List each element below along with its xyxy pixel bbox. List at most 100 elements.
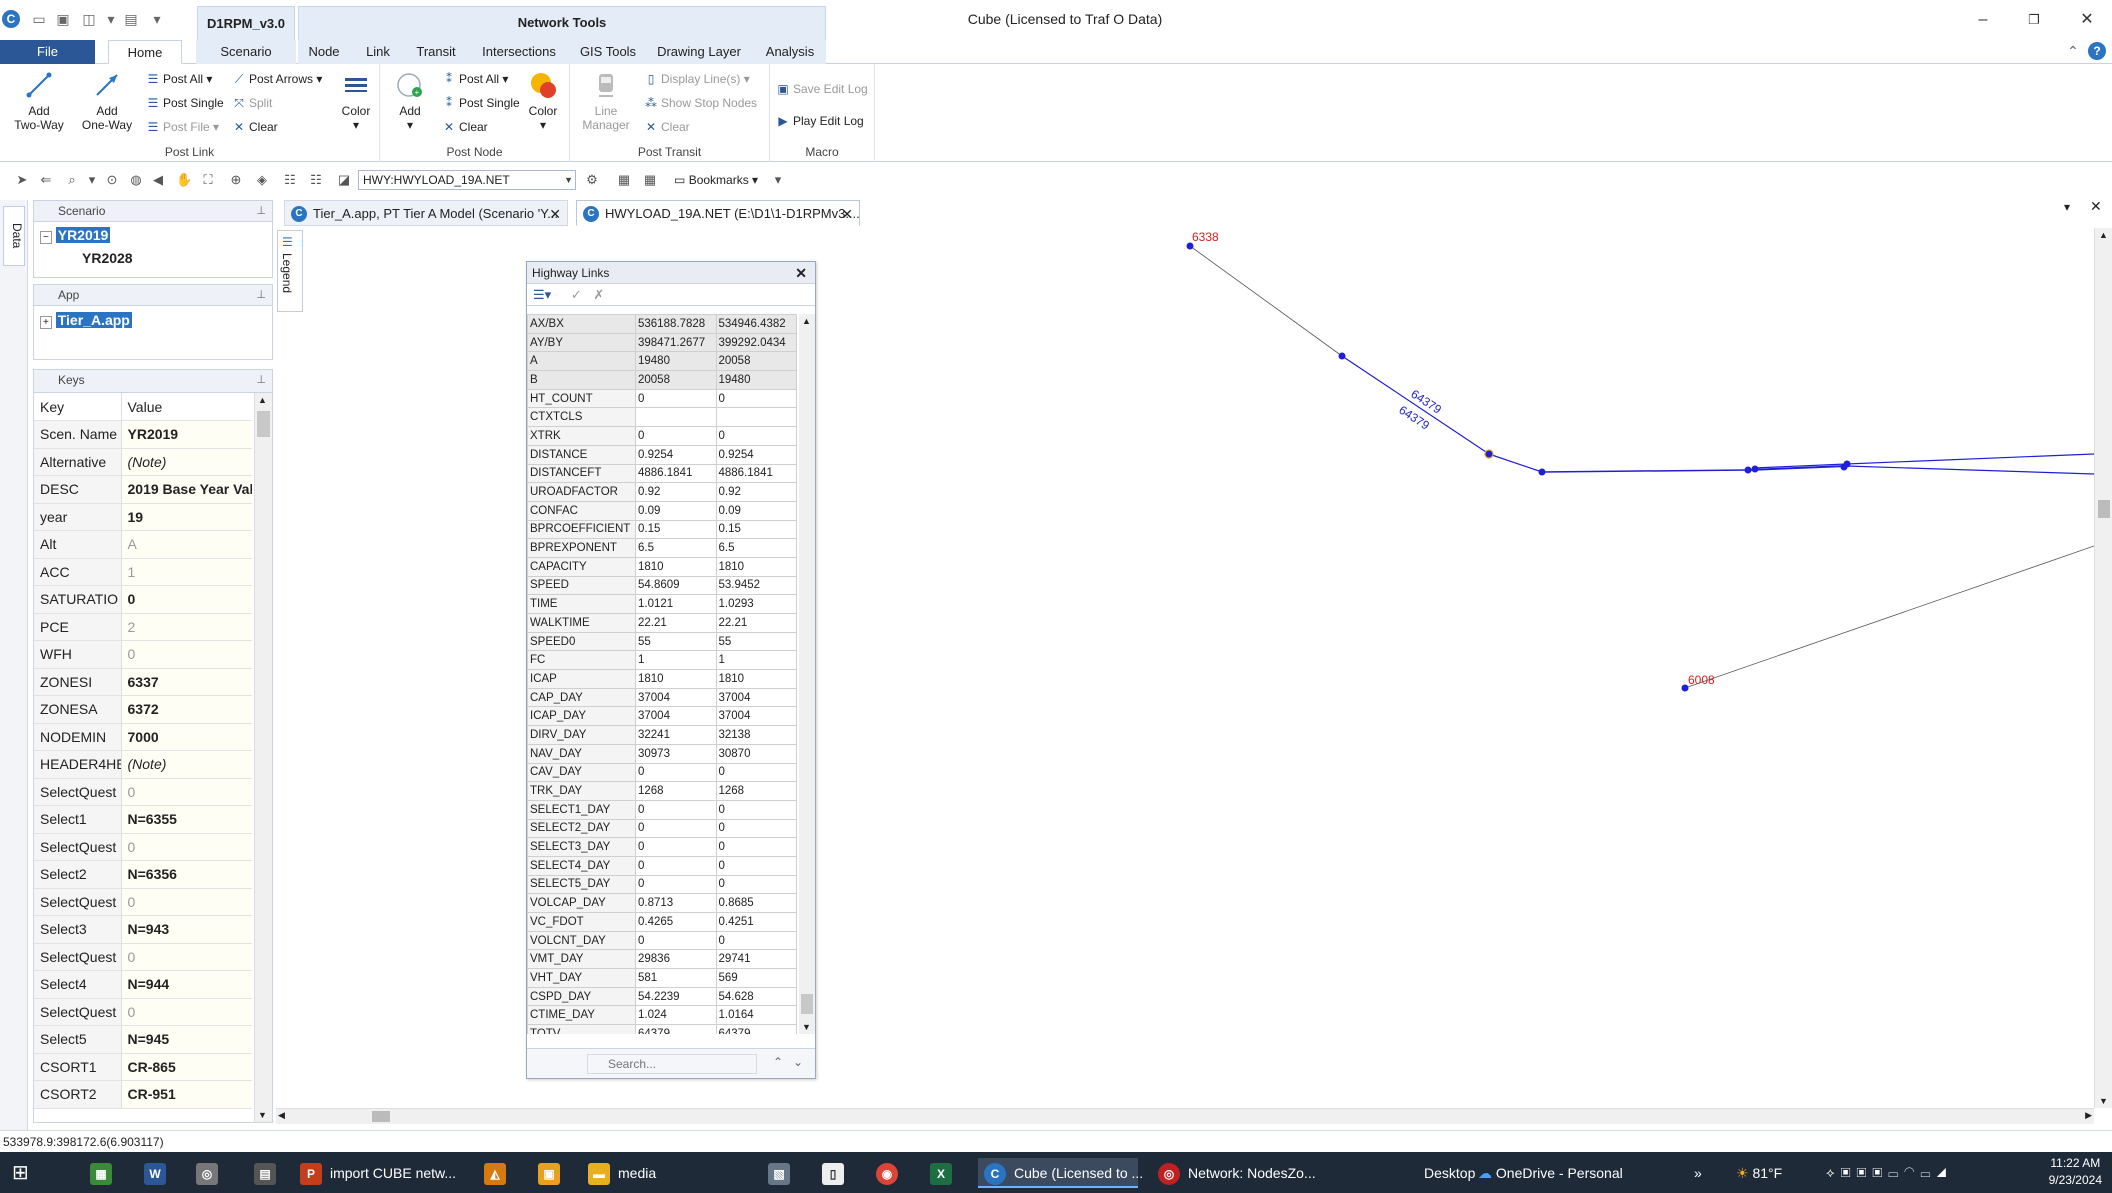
tab-legend[interactable]: Legend bbox=[280, 253, 294, 293]
value-cell[interactable]: 6337 bbox=[121, 668, 252, 696]
globe-icon[interactable]: ◍ bbox=[128, 171, 144, 189]
keys-row[interactable]: SelectQuest 0 bbox=[34, 998, 252, 1026]
zoom-window-icon[interactable]: ⊙ bbox=[104, 171, 120, 189]
pin-icon[interactable]: ⊥ bbox=[256, 285, 266, 305]
link-attribute-row[interactable]: SELECT2_DAY 0 0 bbox=[527, 818, 797, 839]
value-cell[interactable]: 0 bbox=[121, 888, 252, 916]
ba-value-cell[interactable]: 0 bbox=[715, 799, 797, 820]
ab-value-cell[interactable]: 536188.7828 bbox=[635, 314, 717, 334]
doc-tab-hwyload[interactable]: C HWYLOAD_19A.NET (E:\D1\1-D1RPMv3.... ✕ bbox=[576, 200, 860, 226]
link-attribute-row[interactable]: CTIME_DAY 1.024 1.0164 bbox=[527, 1005, 797, 1026]
ba-value-cell[interactable]: 1810 bbox=[715, 669, 797, 689]
key-cell[interactable]: Select1 bbox=[34, 805, 122, 834]
link-attribute-row[interactable]: WALKTIME 22.21 22.21 bbox=[527, 613, 797, 633]
legend-list-icon[interactable]: ☰ bbox=[282, 235, 293, 249]
onedrive-item[interactable]: ☁ OneDrive - Personal bbox=[1478, 1158, 1623, 1188]
ba-value-cell[interactable] bbox=[715, 407, 797, 428]
taskbar-item-powerpoint[interactable]: Pimport CUBE netw... bbox=[300, 1158, 466, 1188]
value-cell[interactable]: (Note) bbox=[121, 448, 252, 476]
node-color-button[interactable]: Color ▾ bbox=[522, 70, 564, 132]
ba-value-cell[interactable]: 1810 bbox=[715, 556, 797, 577]
ab-value-cell[interactable]: 1268 bbox=[635, 781, 717, 801]
key-cell[interactable]: Alternative bbox=[34, 448, 122, 476]
key-cell[interactable]: WFH bbox=[34, 640, 122, 669]
scroll-thumb[interactable] bbox=[257, 411, 270, 437]
ab-value-cell[interactable]: 54.8609 bbox=[635, 575, 717, 596]
link-attribute-row[interactable]: AY/BY 398471.2677 399292.0434 bbox=[527, 332, 797, 353]
minimize-button[interactable]: – bbox=[1968, 8, 1998, 32]
post-all-link-button[interactable]: ☰ Post All ▾ bbox=[146, 70, 213, 88]
scroll-up-icon[interactable]: ▲ bbox=[2099, 230, 2108, 240]
menu-icon[interactable]: ☰▾ bbox=[533, 287, 551, 302]
ab-value-cell[interactable]: 22.21 bbox=[635, 613, 717, 633]
excel-icon[interactable]: X bbox=[930, 1158, 960, 1188]
scroll-up-icon[interactable]: ▲ bbox=[258, 395, 267, 405]
link-attribute-row[interactable]: HT_COUNT 0 0 bbox=[527, 388, 797, 409]
ab-value-cell[interactable]: 0.09 bbox=[635, 500, 717, 521]
keys-row[interactable]: NODEMIN 7000 bbox=[34, 723, 252, 751]
post-arrows-button[interactable]: ⟋ Post Arrows ▾ bbox=[232, 70, 323, 88]
key-cell[interactable]: CSORT2 bbox=[34, 1080, 122, 1109]
tab-gis-tools[interactable]: GIS Tools bbox=[572, 40, 644, 64]
ab-value-cell[interactable]: 37004 bbox=[635, 687, 717, 708]
keys-row[interactable]: Select2 N=6356 bbox=[34, 860, 252, 889]
split-button[interactable]: ⤧ Split bbox=[232, 94, 272, 112]
print-icon[interactable]: ▤ bbox=[122, 10, 140, 28]
toolbar-overflow-icon[interactable]: ▾ bbox=[770, 171, 786, 189]
key-cell[interactable]: Select4 bbox=[34, 970, 122, 999]
ab-value-cell[interactable]: 0 bbox=[635, 874, 717, 895]
value-column-header[interactable]: Value bbox=[121, 393, 252, 421]
link-attribute-row[interactable]: CONFAC 0.09 0.09 bbox=[527, 500, 797, 521]
ba-value-cell[interactable]: 64379 bbox=[715, 1024, 797, 1034]
keys-row[interactable]: Select4 N=944 bbox=[34, 970, 252, 999]
desktop-toolbar[interactable]: Desktop bbox=[1424, 1158, 1475, 1188]
ba-value-cell[interactable]: 0.8685 bbox=[715, 893, 797, 913]
keys-row[interactable]: SelectQuest 0 bbox=[34, 778, 252, 806]
ba-value-cell[interactable]: 32138 bbox=[715, 725, 797, 745]
tab-drawing-layer[interactable]: Drawing Layer bbox=[644, 40, 754, 64]
keys-row[interactable]: SelectQuest 0 bbox=[34, 833, 252, 861]
overflow-chevron-icon[interactable]: » bbox=[1694, 1158, 1702, 1188]
dropdown-icon[interactable]: ▾ bbox=[102, 10, 120, 28]
link-attribute-row[interactable]: XTRK 0 0 bbox=[527, 426, 797, 446]
keys-row[interactable]: Select5 N=945 bbox=[34, 1025, 252, 1054]
scenario-item-yr2028[interactable]: YR2028 bbox=[82, 250, 133, 266]
close-all-tabs-icon[interactable]: ✕ bbox=[2090, 198, 2102, 215]
ab-value-cell[interactable]: 0 bbox=[635, 762, 717, 783]
link-attribute-row[interactable]: VC_FDOT 0.4265 0.4251 bbox=[527, 912, 797, 932]
key-cell[interactable]: SelectQuest bbox=[34, 833, 122, 861]
ab-value-cell[interactable]: 55 bbox=[635, 631, 717, 652]
link-attribute-row[interactable]: NAV_DAY 30973 30870 bbox=[527, 743, 797, 764]
keys-row[interactable]: HEADER4HE (Note) bbox=[34, 750, 252, 779]
target-icon[interactable]: ⊕ bbox=[228, 171, 244, 189]
ba-value-cell[interactable]: 19480 bbox=[715, 370, 797, 390]
value-cell[interactable]: 2 bbox=[121, 613, 252, 641]
grid-dots-icon[interactable]: ▦ bbox=[642, 171, 658, 189]
keys-row[interactable]: DESC 2019 Base Year Val bbox=[34, 475, 252, 504]
value-cell[interactable]: 0 bbox=[121, 833, 252, 861]
keys-row[interactable]: SelectQuest 0 bbox=[34, 943, 252, 971]
taskbar-app-icon[interactable]: ◎ bbox=[196, 1158, 226, 1188]
network-node[interactable] bbox=[1538, 468, 1546, 476]
post-single-link-button[interactable]: ☰ Post Single bbox=[146, 94, 224, 112]
network-link[interactable] bbox=[1488, 453, 1543, 473]
chrome-icon[interactable]: ◉ bbox=[876, 1158, 906, 1188]
display-lines-button[interactable]: ▯ Display Line(s) ▾ bbox=[644, 70, 750, 88]
highway-links-search-input[interactable] bbox=[587, 1054, 757, 1074]
back-icon[interactable]: ⇐ bbox=[38, 171, 54, 189]
search-prev-icon[interactable]: ⌃ bbox=[773, 1055, 783, 1069]
keys-row[interactable]: Alternative (Note) bbox=[34, 448, 252, 476]
ab-value-cell[interactable]: 0 bbox=[635, 426, 717, 446]
value-cell[interactable]: N=6356 bbox=[121, 860, 252, 889]
key-cell[interactable]: year bbox=[34, 503, 122, 531]
link-attribute-row[interactable]: SELECT5_DAY 0 0 bbox=[527, 874, 797, 895]
value-cell[interactable]: 0 bbox=[121, 998, 252, 1026]
network-link[interactable] bbox=[1684, 545, 2094, 689]
value-cell[interactable]: 0 bbox=[121, 778, 252, 806]
keys-row[interactable]: PCE 2 bbox=[34, 613, 252, 641]
ba-value-cell[interactable]: 37004 bbox=[715, 687, 797, 708]
link-attribute-row[interactable]: ICAP_DAY 37004 37004 bbox=[527, 706, 797, 727]
restore-button[interactable]: ❐ bbox=[2019, 8, 2049, 32]
keys-scrollbar[interactable]: ▲ ▼ bbox=[254, 393, 272, 1122]
key-cell[interactable]: Select3 bbox=[34, 915, 122, 944]
